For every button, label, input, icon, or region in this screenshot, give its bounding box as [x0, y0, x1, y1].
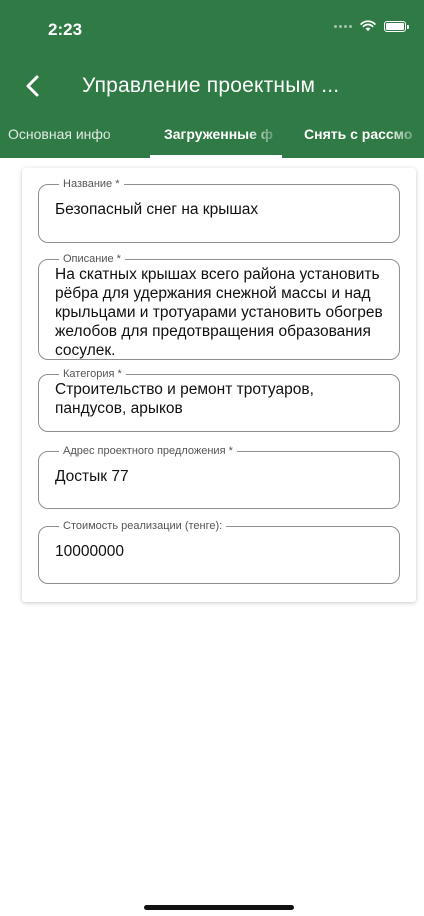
cost-field-value: 10000000 — [55, 543, 124, 560]
description-field[interactable]: Описание * На скатных крышах всего район… — [38, 253, 400, 360]
tab-bar: Основная инфо Загруженные ф Снять с расс… — [0, 118, 424, 158]
address-field[interactable]: Адрес проектного предложения * Достык 77 — [38, 445, 400, 509]
tab-main-info[interactable]: Основная инфо — [0, 118, 140, 158]
category-field-label: Категория * — [63, 368, 122, 380]
address-field-value: Достык 77 — [55, 468, 129, 485]
tab-uploaded-files[interactable]: Загруженные ф — [150, 118, 282, 158]
wifi-icon — [360, 20, 376, 32]
tab-withdraw[interactable]: Снять с рассмо — [288, 118, 424, 158]
status-time: 2:23 — [48, 20, 83, 39]
signal-icon — [334, 24, 352, 28]
category-field-value: Строительство и ремонт тротуаров, пандус… — [55, 381, 314, 417]
home-indicator — [144, 905, 294, 910]
name-field-value: Безопасный снег на крышах — [55, 201, 259, 218]
page-title: Управление проектным ... — [82, 74, 340, 97]
cost-field[interactable]: Стоимость реализации (тенге): 10000000 — [38, 520, 400, 584]
description-field-label: Описание * — [63, 253, 121, 265]
nav-bar: Управление проектным ... — [0, 64, 424, 108]
project-form-card: Название * Безопасный снег на крышах Опи… — [22, 168, 416, 602]
category-field[interactable]: Категория * Строительство и ремонт троту… — [38, 368, 400, 432]
description-field-value: На скатных крышах всего района установит… — [55, 266, 383, 359]
active-tab-indicator — [150, 155, 282, 158]
address-field-label: Адрес проектного предложения * — [63, 445, 233, 457]
name-field-label: Название * — [63, 178, 120, 190]
app-header: 2:23 Управление проектным ... Основная и… — [0, 0, 424, 158]
battery-icon — [384, 20, 409, 32]
name-field[interactable]: Название * Безопасный снег на крышах — [38, 178, 400, 243]
status-icons — [334, 20, 409, 32]
status-bar: 2:23 — [0, 0, 424, 60]
back-button[interactable] — [20, 72, 48, 100]
cost-field-label: Стоимость реализации (тенге): — [63, 520, 223, 532]
